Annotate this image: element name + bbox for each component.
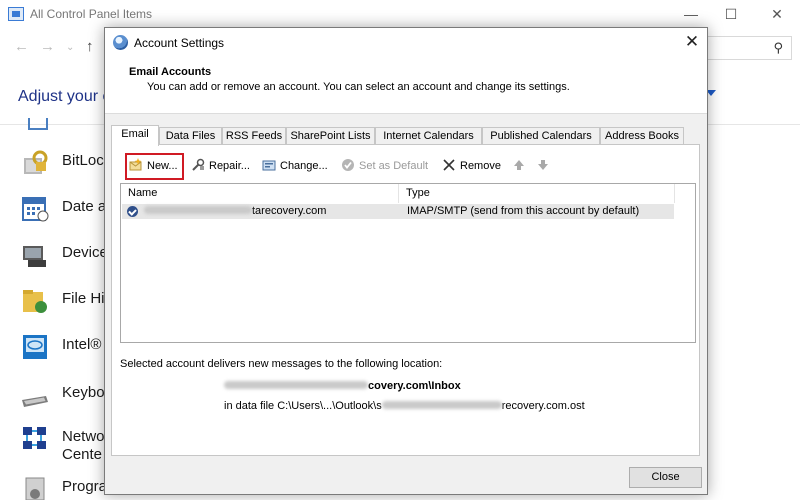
remove-button[interactable]: Remove <box>442 156 501 176</box>
repair-button[interactable]: Repair... <box>191 156 250 176</box>
header-title: Email Accounts <box>129 66 212 78</box>
repair-icon <box>192 158 205 171</box>
network-icon <box>23 427 46 449</box>
page-heading: Adjust your c <box>18 88 111 105</box>
maximize-icon[interactable]: ☐ <box>716 4 746 24</box>
account-settings-icon <box>113 35 128 50</box>
bitlocker-icon <box>24 150 48 174</box>
intel-graphics-icon <box>23 335 47 359</box>
new-button[interactable]: New... <box>129 156 178 176</box>
dialog-titlebar: Account Settings ✕ <box>105 28 707 58</box>
recent-dropdown-icon[interactable]: ⌄ <box>66 42 74 53</box>
tab-data-files[interactable]: Data Files <box>159 127 222 145</box>
deliver-folder: covery.com\Inbox <box>224 380 461 392</box>
programs-icon <box>25 477 45 500</box>
column-header-type[interactable]: Type <box>399 184 675 203</box>
dialog-close-icon[interactable]: ✕ <box>677 31 707 53</box>
keyboard-icon <box>22 396 48 407</box>
control-panel-title: All Control Panel Items <box>30 7 153 21</box>
account-name-cell: tarecovery.com <box>144 204 326 219</box>
redacted-text <box>381 401 502 409</box>
account-list[interactable]: Name Type tarecovery.com IMAP/SMTP (send… <box>120 183 696 343</box>
arrow-up-icon <box>514 160 524 170</box>
tab-rss-feeds[interactable]: RSS Feeds <box>222 127 286 145</box>
partial-item-icon <box>28 118 48 130</box>
close-button[interactable]: Close <box>629 467 702 488</box>
window-close-icon[interactable]: ✕ <box>762 4 792 24</box>
tab-internet-calendars[interactable]: Internet Calendars <box>375 127 482 145</box>
column-header-name[interactable]: Name <box>121 184 399 203</box>
devices-icon <box>23 246 46 267</box>
dialog-title: Account Settings <box>134 36 225 50</box>
minimize-icon[interactable]: — <box>676 4 706 24</box>
tab-sharepoint-lists[interactable]: SharePoint Lists <box>286 127 375 145</box>
dialog-header: Email Accounts You can add or remove an … <box>105 58 707 114</box>
forward-arrow-icon[interactable]: → <box>40 38 55 55</box>
change-icon <box>262 160 276 171</box>
header-subtitle: You can add or remove an account. You ca… <box>147 81 570 93</box>
default-check-icon <box>342 159 354 171</box>
arrow-down-icon <box>538 160 548 170</box>
move-up-button[interactable] <box>512 156 530 176</box>
search-icon: ⚲ <box>773 40 783 55</box>
account-type-cell: IMAP/SMTP (send from this account by def… <box>407 205 640 217</box>
change-button[interactable]: Change... <box>262 156 328 176</box>
tab-email[interactable]: Email <box>111 125 159 146</box>
search-input[interactable]: ⚲ <box>700 36 792 60</box>
deliver-data-file: in data file C:\Users\...\Outlook\s recov… <box>224 400 585 412</box>
control-panel-titlebar: All Control Panel Items — ☐ ✕ <box>0 0 800 30</box>
account-settings-dialog: Account Settings ✕ Email Accounts You ca… <box>104 27 708 495</box>
redacted-text <box>144 206 252 214</box>
new-account-icon <box>129 158 142 171</box>
file-history-icon <box>23 290 47 313</box>
calendar-icon <box>22 197 49 222</box>
email-tab-panel: New... Repair... Change... Set as Defaul… <box>111 144 700 456</box>
redacted-text <box>224 381 368 389</box>
back-arrow-icon[interactable]: ← <box>14 38 29 55</box>
deliver-label: Selected account delivers new messages t… <box>120 358 443 370</box>
up-arrow-icon[interactable]: ↑ <box>86 38 94 55</box>
tab-address-books[interactable]: Address Books <box>600 127 684 145</box>
move-down-button[interactable] <box>536 156 554 176</box>
table-row[interactable]: tarecovery.com IMAP/SMTP (send from this… <box>122 204 674 219</box>
control-panel-icon <box>8 7 24 21</box>
set-as-default-button[interactable]: Set as Default <box>341 156 428 176</box>
tab-published-calendars[interactable]: Published Calendars <box>482 127 600 145</box>
default-account-check-icon <box>127 206 138 217</box>
remove-x-icon <box>443 159 455 171</box>
